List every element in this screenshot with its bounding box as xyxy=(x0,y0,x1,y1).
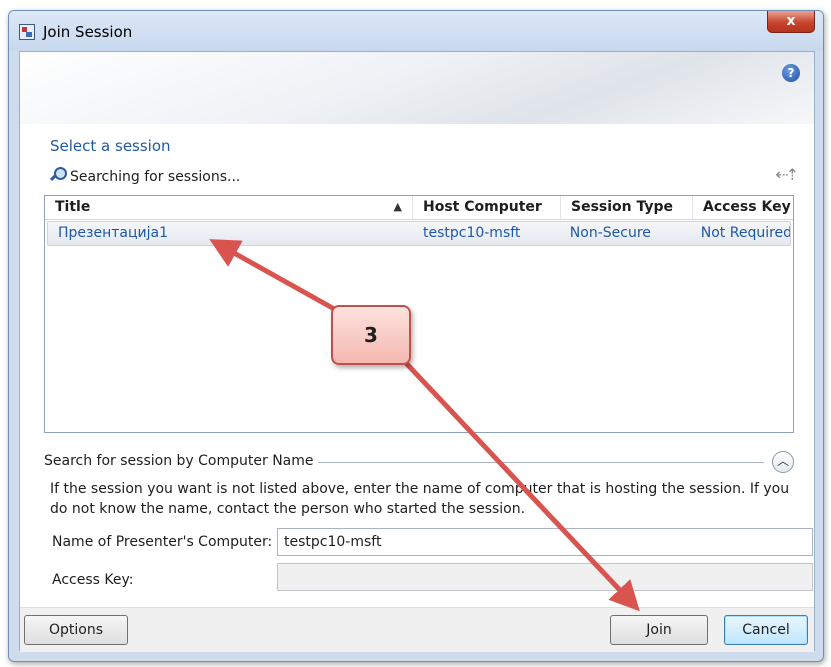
sort-ascending-icon: ▲ xyxy=(393,200,402,213)
cancel-button[interactable]: Cancel xyxy=(724,615,808,645)
list-header: Title ▲ Host Computer Session Type Acces… xyxy=(45,196,793,220)
join-button[interactable]: Join xyxy=(610,615,708,645)
presenter-computer-label: Name of Presenter's Computer: xyxy=(52,534,273,550)
session-type: Non-Secure xyxy=(569,225,651,241)
button-bar: Options Join Cancel xyxy=(20,607,814,652)
group-label: Search for session by Computer Name xyxy=(44,453,318,469)
session-title: Презентација1 xyxy=(58,225,168,241)
window-title: Join Session xyxy=(43,23,133,41)
search-status: Searching for sessions... xyxy=(48,167,240,185)
session-access-key: Not Required xyxy=(700,225,790,241)
step-number-badge: 3 xyxy=(331,305,411,365)
column-header-host-computer[interactable]: Host Computer xyxy=(413,196,561,219)
dialog-content: ? Select a session Searching for session… xyxy=(19,51,815,652)
options-button[interactable]: Options xyxy=(24,615,128,645)
column-title-label: Title xyxy=(55,199,91,215)
sessions-list[interactable]: Title ▲ Host Computer Session Type Acces… xyxy=(44,195,794,433)
join-session-dialog: Join Session x ? Select a session Search… xyxy=(8,10,824,662)
session-host: testpc10-msft xyxy=(422,225,521,241)
section-title: Select a session xyxy=(50,137,171,155)
search-status-text: Searching for sessions... xyxy=(70,169,241,185)
title-bar: Join Session x xyxy=(9,11,823,51)
help-icon[interactable]: ? xyxy=(782,64,800,82)
refresh-icon[interactable]: ⇠⇡ xyxy=(775,165,799,184)
access-key-label: Access Key: xyxy=(52,572,134,588)
search-by-name-group: Search for session by Computer Name ︿ xyxy=(44,451,794,473)
access-key-input[interactable] xyxy=(277,563,813,591)
close-button[interactable]: x xyxy=(767,11,815,33)
app-icon xyxy=(19,24,35,40)
header-banner: ? xyxy=(20,52,814,124)
search-icon xyxy=(48,167,68,183)
column-header-session-type[interactable]: Session Type xyxy=(561,196,693,219)
collapse-chevron-up-icon[interactable]: ︿ xyxy=(772,451,794,473)
session-row[interactable]: Презентација1 testpc10-msft Non-Secure N… xyxy=(47,221,791,246)
presenter-computer-input[interactable]: testpc10-msft xyxy=(277,528,813,556)
column-header-title[interactable]: Title ▲ xyxy=(45,196,413,219)
column-header-access-key[interactable]: Access Key xyxy=(693,196,793,219)
search-help-text: If the session you want is not listed ab… xyxy=(50,481,790,517)
